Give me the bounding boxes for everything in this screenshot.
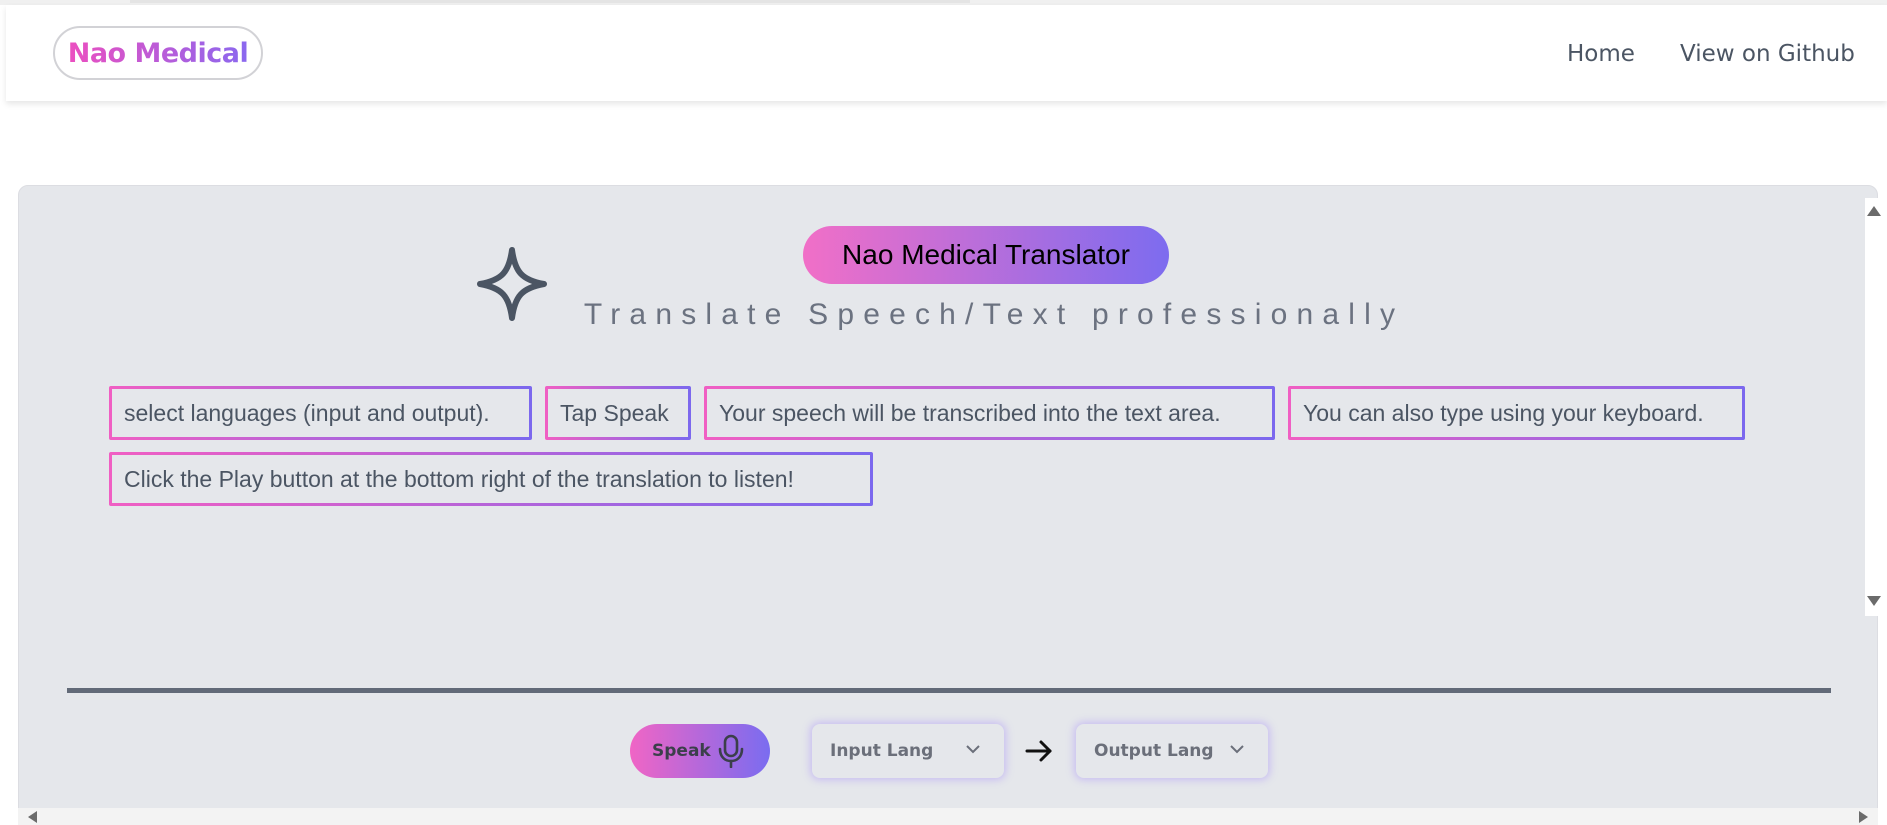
input-language-value: Input Lang (830, 741, 934, 761)
scroll-down-icon[interactable] (1867, 596, 1881, 606)
instruction-step-transcribe: Your speech will be transcribed into the… (704, 386, 1275, 440)
brand-name: Nao Medical (67, 37, 249, 69)
vertical-scrollbar[interactable] (1865, 198, 1881, 616)
sparkle-icon (477, 247, 547, 321)
scroll-up-icon[interactable] (1867, 206, 1881, 216)
instruction-step-tap-speak: Tap Speak (545, 386, 691, 440)
scroll-right-icon[interactable] (1859, 811, 1868, 823)
chevron-down-icon (1230, 745, 1244, 754)
scroll-left-icon[interactable] (28, 811, 37, 823)
translator-panel: Nao Medical Translator Translate Speech/… (18, 185, 1881, 825)
instructions-scroll-area[interactable]: Nao Medical Translator Translate Speech/… (19, 186, 1849, 626)
speak-button[interactable]: Speak (630, 724, 770, 778)
section-divider (67, 688, 1831, 693)
chevron-down-icon (966, 745, 980, 754)
site-header: Nao Medical Home View on Github (6, 5, 1887, 101)
app-subtitle: Translate Speech/Text professionally (583, 298, 1405, 331)
speak-button-label: Speak (652, 741, 711, 761)
nav-home-link[interactable]: Home (1567, 41, 1635, 67)
brand-logo[interactable]: Nao Medical (53, 26, 263, 80)
instruction-step-play: Click the Play button at the bottom righ… (109, 452, 873, 506)
instruction-step-select-languages: select languages (input and output). (109, 386, 532, 440)
instruction-step-keyboard: You can also type using your keyboard. (1288, 386, 1745, 440)
output-language-value: Output Lang (1094, 741, 1214, 761)
microphone-icon (718, 734, 744, 768)
arrow-right-icon (1025, 740, 1052, 762)
input-language-select[interactable]: Input Lang (812, 724, 1004, 778)
output-language-select[interactable]: Output Lang (1076, 724, 1268, 778)
nav-github-link[interactable]: View on Github (1680, 41, 1855, 67)
horizontal-scrollbar[interactable] (18, 808, 1878, 825)
app-title-badge: Nao Medical Translator (803, 226, 1169, 284)
